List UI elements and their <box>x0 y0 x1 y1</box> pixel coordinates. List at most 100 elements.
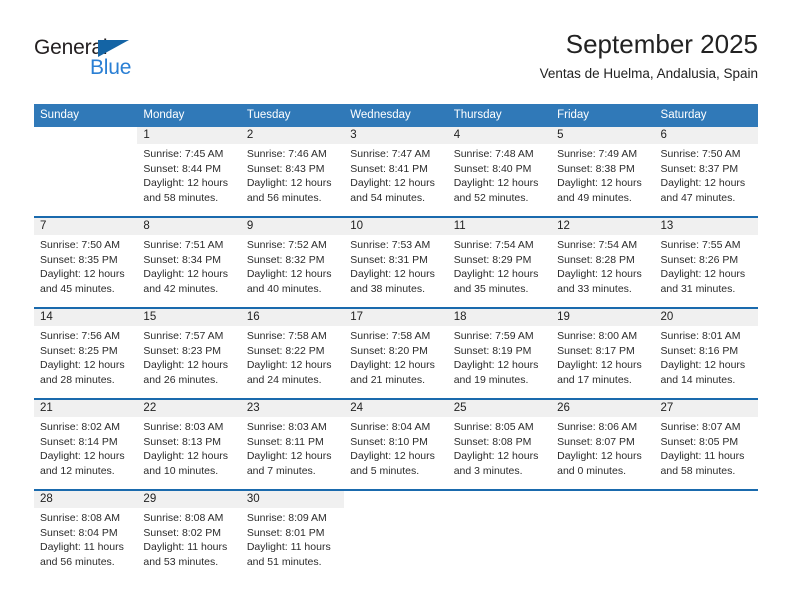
day-detail-line: Daylight: 12 hours <box>453 450 539 463</box>
day-number-band <box>551 491 654 508</box>
day-cell[interactable]: 2 Sunrise: 7:46 AM Sunset: 8:43 PM Daylight… <box>240 127 345 216</box>
day-cell[interactable]: 27 Sunrise: 8:07 AM Sunset: 8:05 PM Dayligh… <box>654 400 758 489</box>
day-number: 30 <box>246 493 260 505</box>
day-cell[interactable]: 6 Sunrise: 7:50 AM Sunset: 8:37 PM Daylight… <box>654 127 758 216</box>
day-cell[interactable]: 29 Sunrise: 8:08 AM Sunset: 8:02 PM Dayligh… <box>137 491 241 580</box>
day-number-band <box>448 491 551 508</box>
day-number-band: 21 <box>34 400 138 417</box>
day-detail-line: Sunset: 8:26 PM <box>660 253 739 266</box>
day-detail-line: Sunrise: 7:54 AM <box>453 239 534 251</box>
day-cell[interactable]: 3 Sunrise: 7:47 AM Sunset: 8:41 PM Daylight… <box>344 127 448 216</box>
day-cell[interactable]: 9 Sunrise: 7:52 AM Sunset: 8:32 PM Daylight… <box>240 218 345 307</box>
day-detail-line: Daylight: 12 hours <box>246 359 332 372</box>
day-number-band: 17 <box>344 309 448 326</box>
day-detail-line: Daylight: 12 hours <box>453 268 539 281</box>
day-number <box>655 491 758 508</box>
day-detail-line: Sunrise: 8:02 AM <box>40 421 120 433</box>
day-number-band: 29 <box>137 491 241 508</box>
day-cell[interactable]: 22 Sunrise: 8:03 AM Sunset: 8:13 PM Dayligh… <box>137 400 241 489</box>
day-details: Sunrise: 7:59 AM Sunset: 8:19 PM Daylight:… <box>448 326 551 387</box>
day-cell[interactable]: 15 Sunrise: 7:57 AM Sunset: 8:23 PM Dayligh… <box>137 309 241 398</box>
day-detail-line: Sunrise: 7:50 AM <box>40 239 120 251</box>
day-number: 15 <box>143 311 157 323</box>
day-number-band <box>344 491 447 508</box>
weekday-header-friday: Friday <box>557 109 590 121</box>
day-number-band: 4 <box>447 127 552 144</box>
day-detail-line: Daylight: 12 hours <box>40 450 125 463</box>
day-details: Sunrise: 8:08 AM Sunset: 8:04 PM Daylight:… <box>34 508 137 569</box>
day-cell[interactable]: 24 Sunrise: 8:04 AM Sunset: 8:10 PM Dayligh… <box>344 400 448 489</box>
day-details <box>551 508 654 511</box>
day-cell[interactable]: 1 Sunrise: 7:45 AM Sunset: 8:44 PM Daylight… <box>137 127 241 216</box>
day-number-band <box>34 127 137 144</box>
day-cell[interactable]: 21 Sunrise: 8:02 AM Sunset: 8:14 PM Dayligh… <box>34 400 138 489</box>
day-detail-line: and 26 minutes. <box>143 373 219 386</box>
day-cell[interactable]: 13 Sunrise: 7:55 AM Sunset: 8:26 PM Dayligh… <box>654 218 758 307</box>
day-cell[interactable]: 7 Sunrise: 7:50 AM Sunset: 8:35 PM Daylight… <box>34 218 138 307</box>
day-detail-line: and 52 minutes. <box>453 191 529 204</box>
day-detail-line: Daylight: 11 hours <box>40 541 124 554</box>
day-cell[interactable]: 14 Sunrise: 7:56 AM Sunset: 8:25 PM Dayligh… <box>34 309 138 398</box>
day-detail-line: and 53 minutes. <box>143 555 219 568</box>
day-details: Sunrise: 7:47 AM Sunset: 8:41 PM Daylight:… <box>344 144 447 205</box>
day-details: Sunrise: 7:56 AM Sunset: 8:25 PM Daylight:… <box>34 326 137 387</box>
day-number: 18 <box>453 311 467 323</box>
day-detail-line: Sunrise: 8:04 AM <box>350 421 431 433</box>
day-detail-line: Daylight: 12 hours <box>350 359 435 372</box>
day-detail-line: and 7 minutes. <box>246 464 316 477</box>
logo-text-blue: Blue <box>90 56 132 79</box>
day-cell[interactable]: 18 Sunrise: 7:59 AM Sunset: 8:19 PM Dayligh… <box>447 309 552 398</box>
day-detail-line: Daylight: 11 hours <box>246 541 331 554</box>
day-cell[interactable]: 12 Sunrise: 7:54 AM Sunset: 8:28 PM Dayligh… <box>551 218 655 307</box>
day-cell[interactable]: 10 Sunrise: 7:53 AM Sunset: 8:31 PM Dayligh… <box>344 218 448 307</box>
day-detail-line: and 42 minutes. <box>143 282 219 295</box>
day-detail-line: Daylight: 12 hours <box>246 177 332 190</box>
day-detail-line: Sunset: 8:31 PM <box>350 253 428 266</box>
day-cell[interactable]: 5 Sunrise: 7:49 AM Sunset: 8:38 PM Daylight… <box>551 127 655 216</box>
day-details: Sunrise: 7:54 AM Sunset: 8:29 PM Daylight:… <box>448 235 551 296</box>
day-detail-line: Sunrise: 7:58 AM <box>350 330 431 342</box>
day-cell[interactable]: 4 Sunrise: 7:48 AM Sunset: 8:40 PM Daylight… <box>447 127 552 216</box>
general-blue-logo: General Blue <box>34 36 194 82</box>
day-number-band: 19 <box>551 309 655 326</box>
day-cell[interactable]: 17 Sunrise: 7:58 AM Sunset: 8:20 PM Dayligh… <box>344 309 448 398</box>
day-detail-line: and 49 minutes. <box>557 191 632 204</box>
day-cell[interactable]: 19 Sunrise: 8:00 AM Sunset: 8:17 PM Dayligh… <box>551 309 655 398</box>
day-detail-line: Daylight: 12 hours <box>143 268 229 281</box>
weekday-header-wednesday: Wednesday <box>350 109 411 121</box>
day-cell[interactable]: 8 Sunrise: 7:51 AM Sunset: 8:34 PM Daylight… <box>137 218 241 307</box>
day-detail-line: Sunrise: 7:55 AM <box>660 239 741 251</box>
day-detail-line: Sunset: 8:13 PM <box>143 435 222 448</box>
day-cell[interactable]: 23 Sunrise: 8:03 AM Sunset: 8:11 PM Dayligh… <box>240 400 345 489</box>
day-cell-empty <box>655 491 758 580</box>
day-cell[interactable]: 30 Sunrise: 8:09 AM Sunset: 8:01 PM Dayligh… <box>240 491 345 580</box>
day-cell[interactable]: 20 Sunrise: 8:01 AM Sunset: 8:16 PM Dayligh… <box>654 309 758 398</box>
day-details: Sunrise: 7:55 AM Sunset: 8:26 PM Daylight:… <box>655 235 758 296</box>
day-detail-line: and 28 minutes. <box>40 373 115 386</box>
day-detail-line: Daylight: 12 hours <box>350 450 435 463</box>
day-cell[interactable]: 16 Sunrise: 7:58 AM Sunset: 8:22 PM Dayligh… <box>240 309 345 398</box>
day-number: 29 <box>143 493 157 505</box>
day-cell[interactable]: 11 Sunrise: 7:54 AM Sunset: 8:29 PM Dayligh… <box>447 218 552 307</box>
day-detail-line: Sunset: 8:02 PM <box>143 526 222 539</box>
day-number: 14 <box>40 311 53 323</box>
day-detail-line: Sunrise: 7:58 AM <box>246 330 327 342</box>
day-detail-line: and 56 minutes. <box>40 555 115 568</box>
day-cell[interactable]: 26 Sunrise: 8:06 AM Sunset: 8:07 PM Dayligh… <box>551 400 655 489</box>
day-number: 17 <box>350 311 364 323</box>
day-detail-line: Daylight: 12 hours <box>350 177 435 190</box>
weekday-header-sunday: Sunday <box>40 109 80 121</box>
day-cell[interactable]: 28 Sunrise: 8:08 AM Sunset: 8:04 PM Dayligh… <box>34 491 138 580</box>
weekday-header-saturday: Saturday <box>660 109 707 121</box>
day-details <box>655 508 758 511</box>
day-detail-line: Daylight: 12 hours <box>557 177 642 190</box>
day-cell[interactable]: 25 Sunrise: 8:05 AM Sunset: 8:08 PM Dayligh… <box>447 400 552 489</box>
day-detail-line: and 12 minutes. <box>40 464 115 477</box>
day-detail-line: Daylight: 12 hours <box>143 177 229 190</box>
day-number: 16 <box>246 311 260 323</box>
day-detail-line: Sunset: 8:10 PM <box>350 435 428 448</box>
day-detail-line: Sunset: 8:32 PM <box>246 253 325 266</box>
day-number: 22 <box>143 402 157 414</box>
calendar-weeks: 1 Sunrise: 7:45 AM Sunset: 8:44 PM Daylight… <box>34 127 758 580</box>
day-number: 13 <box>660 220 674 232</box>
